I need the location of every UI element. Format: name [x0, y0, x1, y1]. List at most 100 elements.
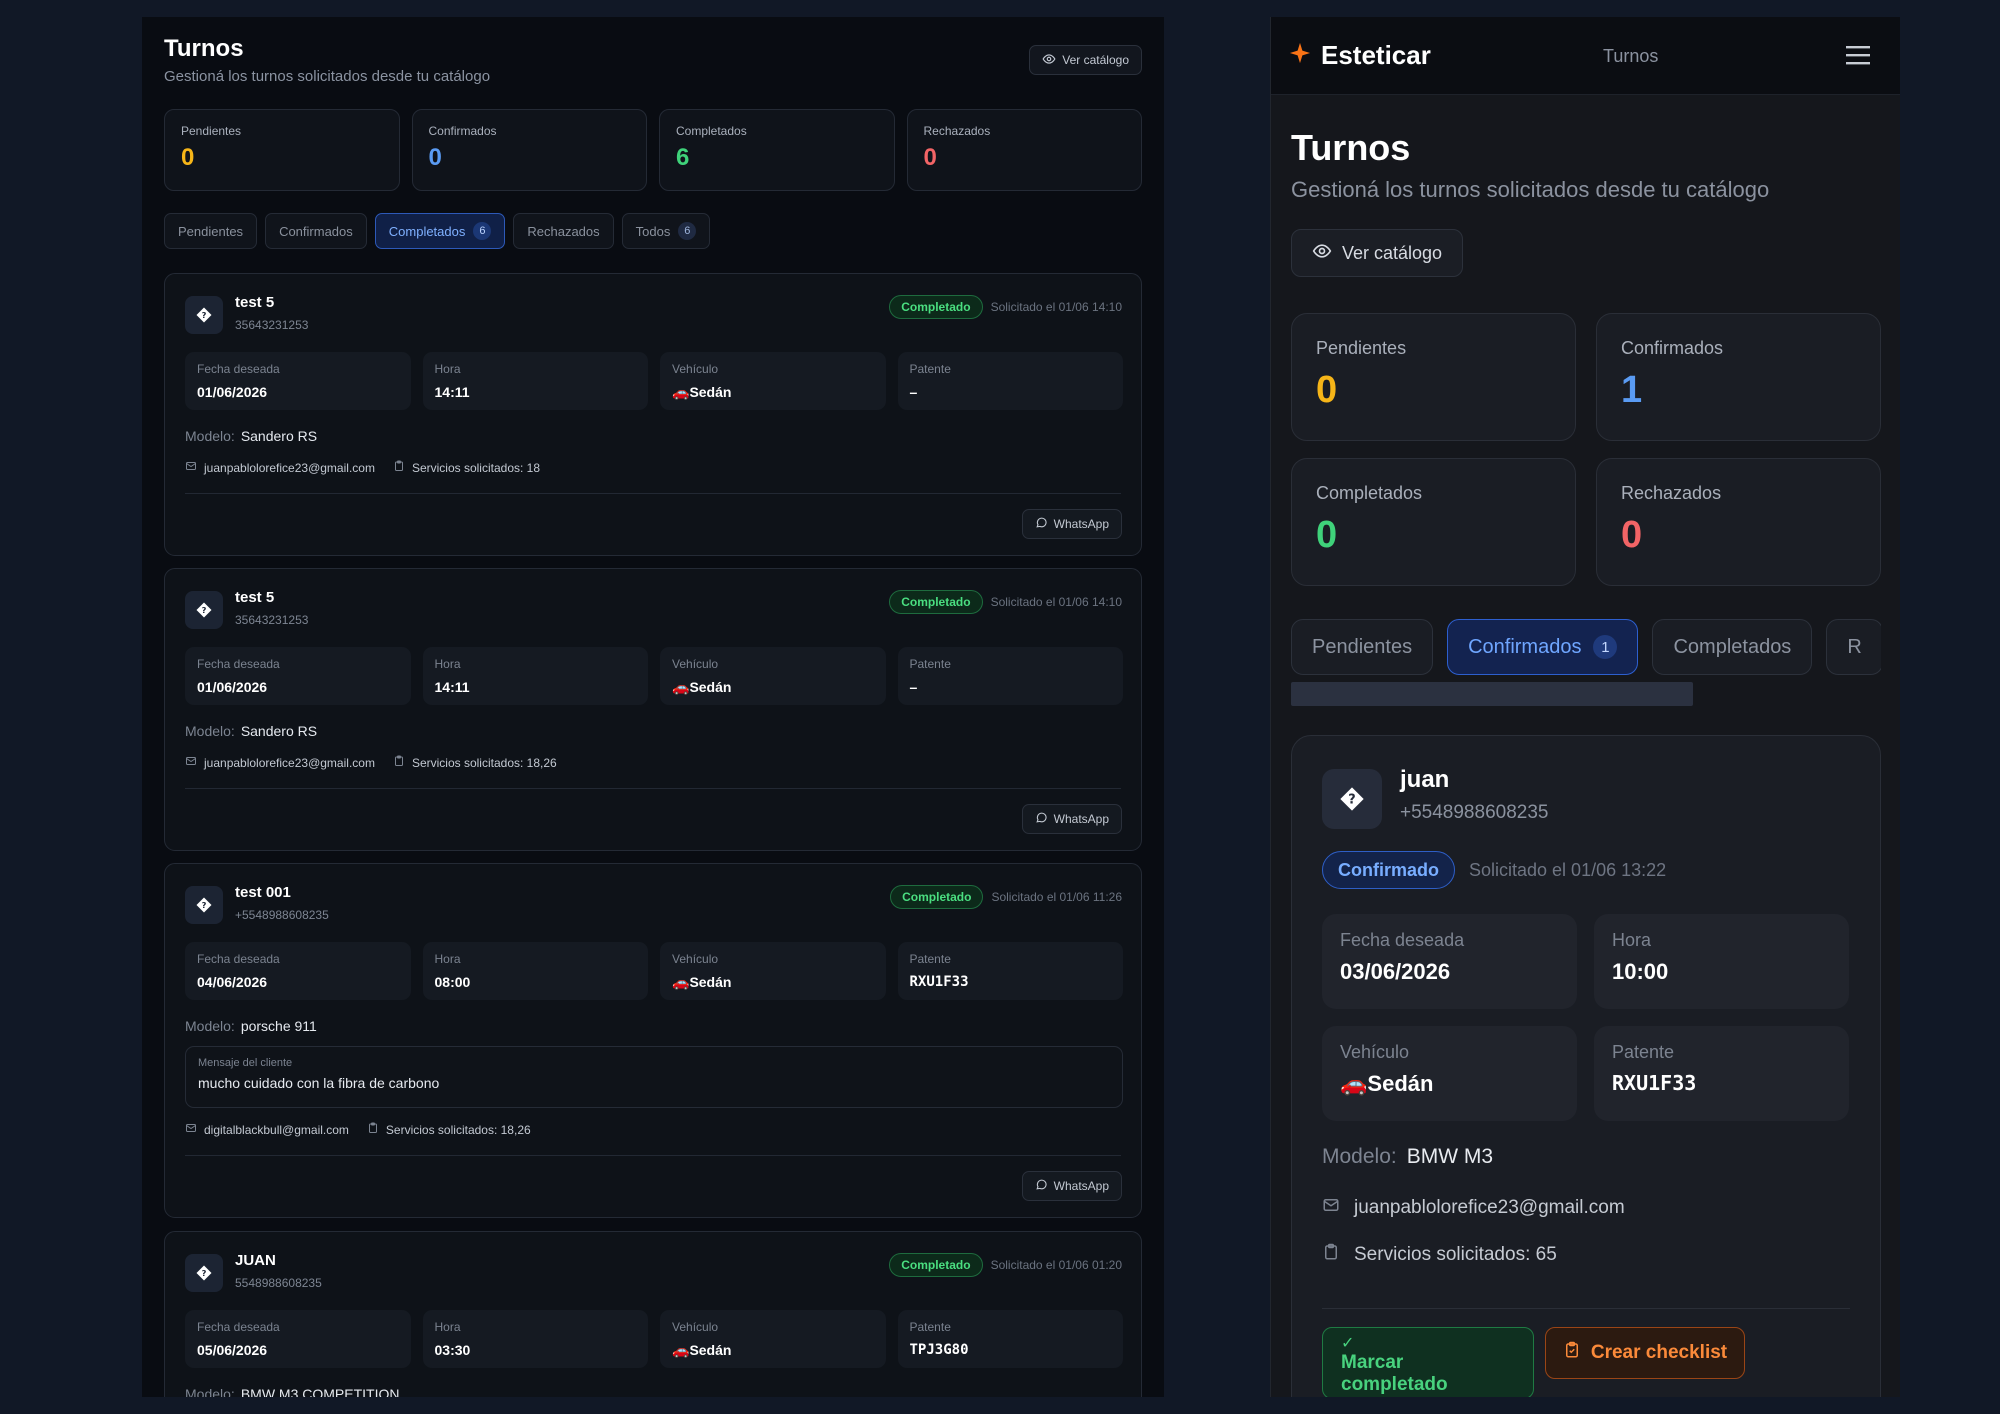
eye-icon — [1312, 241, 1332, 266]
services-count: Servicios solicitados: 18,26 — [385, 1122, 531, 1137]
field-value: 04/06/2026 — [197, 974, 268, 990]
tab-pendientes[interactable]: Pendientes — [1291, 619, 1434, 675]
services-item: Servicios solicitados: 18 — [393, 460, 540, 475]
stat-confirmados: Confirmados 0 — [411, 109, 647, 191]
tab-count: 6 — [678, 222, 697, 240]
svg-text:?: ? — [202, 900, 207, 910]
stat-label: Rechazados — [1621, 483, 1722, 503]
nav-link-turnos[interactable]: Turnos — [1603, 46, 1658, 67]
tab-todos[interactable]: Todos 6 — [621, 213, 711, 249]
svg-text:?: ? — [202, 310, 207, 320]
tab-rechazados[interactable]: Rechazados — [513, 213, 614, 249]
field-label: Fecha deseada — [197, 657, 280, 671]
divider — [1322, 1308, 1850, 1309]
mail-icon — [185, 755, 197, 770]
mark-completed-button[interactable]: ✓ Marcar completado — [1322, 1327, 1534, 1397]
field-label: Hora — [434, 952, 461, 966]
tab-label: Confirmados — [279, 223, 353, 239]
stat-value: 1 — [1621, 369, 1643, 411]
svg-text:?: ? — [1348, 793, 1355, 808]
mail-icon — [1322, 1196, 1340, 1220]
whatsapp-label: WhatsApp — [1053, 812, 1109, 826]
field-hora: Hora 08:00 — [422, 942, 648, 1000]
avatar: ? — [185, 591, 223, 629]
page-subtitle: Gestioná los turnos solicitados desde tu… — [164, 68, 491, 85]
page-title: Turnos — [1291, 127, 1411, 168]
client-email: juanpablolorefice23@gmail.com — [204, 755, 375, 770]
field-value: – — [909, 384, 918, 400]
brand-logo[interactable]: Esteticar — [1289, 40, 1431, 71]
whatsapp-button[interactable]: WhatsApp — [1021, 509, 1122, 539]
stat-value: 6 — [676, 144, 690, 171]
hamburger-menu-icon[interactable] — [1845, 44, 1871, 71]
tab-completados[interactable]: Completados 6 — [374, 213, 506, 249]
field-value: 03/06/2026 — [1340, 959, 1451, 984]
page-title: Turnos — [164, 35, 244, 62]
meta-row: juanpablolorefice23@gmail.com Servicios … — [185, 460, 540, 475]
tab-completados[interactable]: Completados — [1652, 619, 1813, 675]
field-value: 🚗Sedán — [672, 384, 874, 401]
field-label: Hora — [1612, 930, 1652, 950]
avatar: ? — [1322, 769, 1382, 829]
tab-pendientes[interactable]: Pendientes — [164, 213, 258, 249]
field-fecha: Fecha deseada 04/06/2026 — [185, 942, 411, 1000]
details-grid: Fecha deseada 01/06/2026 Hora 14:11 Vehícu… — [185, 352, 1123, 410]
requested-date: Solicitado el 01/06 14:10 — [990, 595, 1122, 609]
status-badge: Completado — [889, 1253, 983, 1277]
requested-date: Solicitado el 01/06 11:26 — [991, 890, 1122, 904]
stat-value: 0 — [923, 144, 937, 171]
vehicle-type: Sedán — [689, 974, 732, 990]
field-label: Vehículo — [672, 1320, 719, 1334]
field-vehiculo: Vehículo 🚗Sedán — [660, 352, 886, 410]
field-label: Fecha deseada — [197, 362, 280, 376]
field-vehiculo: Vehículo 🚗Sedán — [1322, 1026, 1577, 1121]
field-value: RXU1F33 — [909, 974, 969, 990]
ver-catalogo-button[interactable]: Ver catálogo — [1291, 229, 1464, 277]
ver-catalogo-label: Ver catálogo — [1062, 53, 1129, 67]
tab-confirmados[interactable]: Confirmados 1 — [1447, 619, 1639, 675]
tab-label: Confirmados — [1468, 635, 1582, 658]
whatsapp-icon — [1035, 516, 1048, 532]
email-item: digitalblackbull@gmail.com — [185, 1122, 349, 1137]
model-label: Modelo: — [185, 428, 235, 444]
model-value: BMW M3 COMPETITION — [240, 1386, 400, 1397]
stat-value: 0 — [181, 144, 195, 171]
model-value: BMW M3 — [1406, 1145, 1494, 1168]
sparkle-icon — [1289, 42, 1311, 69]
whatsapp-button[interactable]: WhatsApp — [1021, 1171, 1122, 1201]
model-row: Modelo: BMW M3 — [1322, 1145, 1493, 1169]
desktop-view: Turnos Gestioná los turnos solicitados d… — [142, 17, 1164, 1397]
client-email: juanpablolorefice23@gmail.com — [1354, 1197, 1625, 1218]
tab-rechazados[interactable]: R — [1826, 619, 1881, 675]
svg-text:?: ? — [202, 605, 207, 615]
status-badge: Completado — [890, 885, 984, 909]
car-icon: 🚗 — [1340, 1071, 1368, 1096]
avatar: ? — [185, 296, 223, 334]
create-checklist-label: Crear checklist — [1590, 1342, 1728, 1363]
create-checklist-button[interactable]: Crear checklist — [1545, 1327, 1745, 1379]
brand-name: Esteticar — [1321, 40, 1431, 70]
appointment-card: ? test 5 35643231253 Completado Solicita… — [164, 568, 1142, 851]
tab-confirmados[interactable]: Confirmados — [265, 213, 367, 249]
field-value: 03:30 — [434, 1342, 471, 1358]
ver-catalogo-button[interactable]: Ver catálogo — [1029, 45, 1142, 75]
field-label: Fecha deseada — [1340, 930, 1465, 950]
client-name: juan — [1400, 766, 1450, 793]
whatsapp-label: WhatsApp — [1053, 517, 1109, 531]
tabs-scrollbar[interactable] — [1291, 682, 1693, 706]
field-label: Hora — [434, 1320, 461, 1334]
field-fecha: Fecha deseada 01/06/2026 — [185, 352, 411, 410]
meta-row: digitalblackbull@gmail.com Servicios sol… — [185, 1122, 531, 1137]
model-label: Modelo: — [185, 1386, 235, 1397]
tab-label: Completados — [1673, 635, 1792, 658]
eye-icon — [1042, 52, 1056, 69]
clipboard-icon — [1322, 1243, 1340, 1267]
email-item: juanpablolorefice23@gmail.com — [185, 755, 375, 770]
services-count: Servicios solicitados: 18 — [411, 460, 541, 475]
mobile-view: Esteticar Turnos Turnos Gestioná los tur… — [1270, 17, 1900, 1397]
model-row: Modelo: Sandero RS — [185, 723, 317, 739]
whatsapp-button[interactable]: WhatsApp — [1021, 804, 1122, 834]
field-label: Hora — [434, 657, 461, 671]
field-fecha: Fecha deseada 05/06/2026 — [185, 1310, 411, 1368]
field-value: 10:00 — [1612, 959, 1669, 984]
